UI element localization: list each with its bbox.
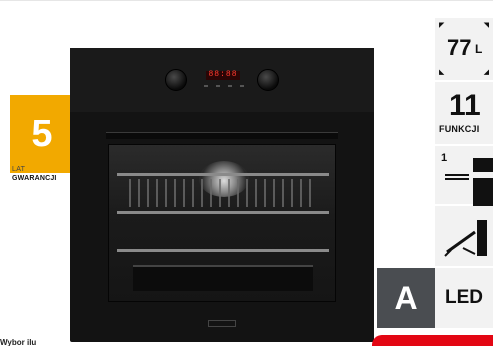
left-knob xyxy=(165,69,187,91)
telescopic-count: 1 xyxy=(441,152,448,164)
oven-display-digits: 88:88 xyxy=(208,70,238,79)
functions-count: 11 xyxy=(449,89,481,122)
oven-rack xyxy=(117,211,329,214)
energy-class: A xyxy=(394,279,418,316)
expand-corners-icon: ◢ xyxy=(483,69,489,76)
cta-button[interactable] xyxy=(372,335,493,346)
functions-tile: 11 FUNKCJI xyxy=(435,82,493,144)
oven-control-panel: 88:88 xyxy=(70,48,374,112)
telescopic-tile: 1 xyxy=(435,146,493,208)
right-knob xyxy=(257,69,279,91)
meat-probe-icon xyxy=(444,220,487,257)
oven-rack xyxy=(117,173,329,176)
warranty-years: 5 xyxy=(31,112,53,155)
led-tile: LED xyxy=(435,268,493,328)
oven-handle xyxy=(106,132,338,139)
footer-text: Wybor ilu xyxy=(0,338,37,346)
probe-tile xyxy=(435,206,493,266)
telescopic-rail-icon xyxy=(473,158,493,172)
expand-corners-icon: ◥ xyxy=(483,22,489,29)
expand-corners-icon: ◣ xyxy=(439,69,445,76)
warranty-label: GWARANCJI xyxy=(12,175,57,182)
oven-rack-grid xyxy=(129,179,317,207)
oven-brand-logo xyxy=(208,320,236,327)
display-buttons xyxy=(204,85,244,89)
capacity-unit: L xyxy=(475,42,483,56)
oven-product-image: 88:88 xyxy=(70,48,374,342)
warranty-badge: 5 xyxy=(10,95,74,173)
warranty-label-small: LAT xyxy=(12,166,26,173)
oven-tray xyxy=(133,265,313,291)
functions-label: FUNKCJI xyxy=(439,124,480,134)
oven-window xyxy=(108,144,336,302)
top-divider xyxy=(0,0,493,1)
expand-corners-icon: ◤ xyxy=(439,22,445,29)
oven-rack xyxy=(117,249,329,252)
telescopic-rail-icon xyxy=(445,174,469,182)
led-label: LED xyxy=(445,287,483,308)
telescopic-rail-icon xyxy=(473,178,493,208)
capacity-value: 77 xyxy=(447,35,472,60)
capacity-tile: ◤ ◥ ◣ ◢ 77 L xyxy=(435,18,493,80)
